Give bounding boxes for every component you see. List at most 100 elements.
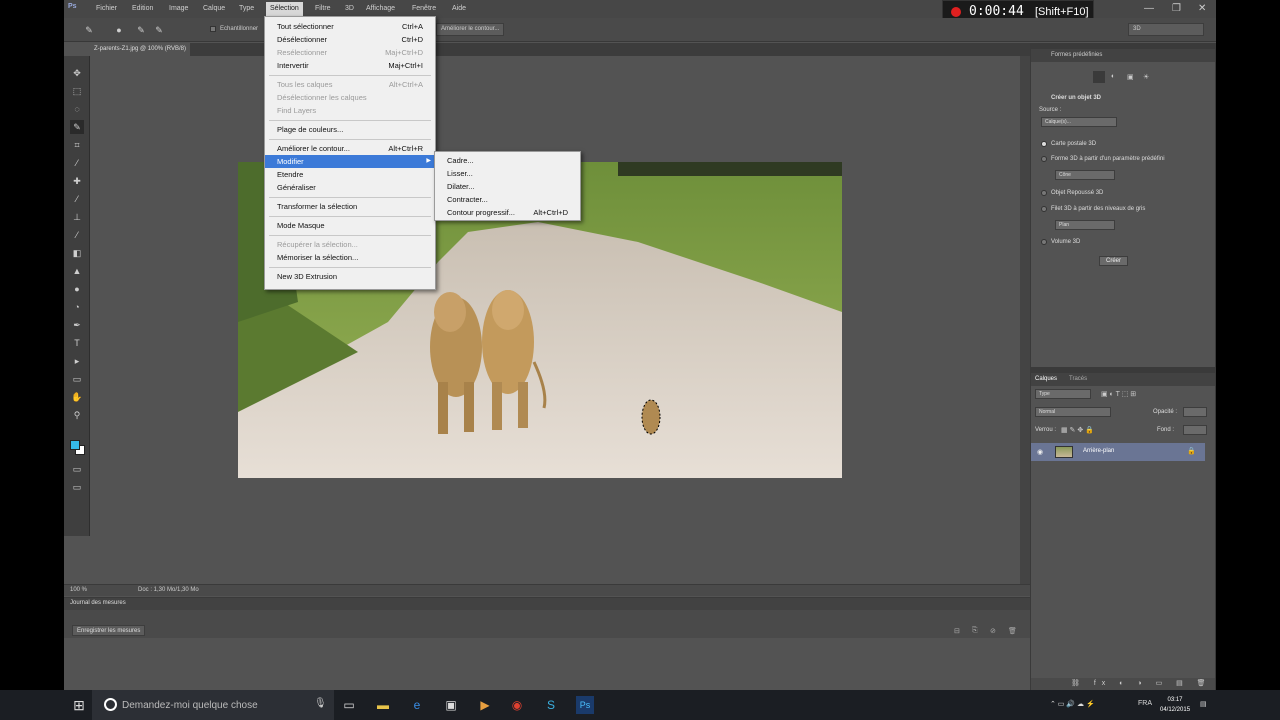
radio-depth-map[interactable]: [1041, 206, 1047, 212]
hand-tool-icon[interactable]: ✋: [70, 390, 84, 404]
source-select[interactable]: Calque(s)...: [1041, 117, 1117, 127]
taskbar-clock[interactable]: 03:17 04/12/2015: [1160, 695, 1190, 715]
3d-light-icon[interactable]: ☀: [1143, 73, 1149, 81]
canvas-scrollbar[interactable]: [1020, 56, 1030, 584]
layer-row-background[interactable]: ◉ Arrière-plan 🔒: [1031, 443, 1205, 461]
quick-mask-icon[interactable]: ▭: [70, 462, 84, 476]
document-tab[interactable]: Z-parents-Z1.jpg @ 100% (RVB/8): [90, 43, 191, 56]
lasso-tool-icon[interactable]: ◌: [70, 102, 84, 116]
gradient-tool-icon[interactable]: ▲: [70, 264, 84, 278]
history-brush-icon[interactable]: ⁄: [70, 228, 84, 242]
media-app-icon[interactable]: ▶: [476, 696, 494, 714]
eyedropper-icon[interactable]: ⁄: [70, 156, 84, 170]
menu-image[interactable]: Image: [169, 5, 188, 12]
document-canvas[interactable]: [90, 56, 1020, 584]
menu-affichage[interactable]: Affichage: [366, 5, 395, 12]
skype-icon[interactable]: S: [542, 696, 560, 714]
tab-paths[interactable]: Tracés: [1069, 376, 1087, 382]
menu-3d[interactable]: 3D: [345, 5, 354, 12]
screen-mode-icon[interactable]: ▭: [70, 480, 84, 494]
file-explorer-icon[interactable]: ▬: [374, 696, 392, 714]
menu-filtre[interactable]: Filtre: [315, 5, 331, 12]
sample-checkbox[interactable]: [210, 26, 216, 32]
blur-tool-icon[interactable]: ●: [70, 282, 84, 296]
export-icon[interactable]: ⎘: [972, 627, 978, 635]
store-icon[interactable]: ▣: [442, 696, 460, 714]
foreground-color-swatch[interactable]: [70, 440, 80, 450]
depth-map-select[interactable]: Plan: [1055, 220, 1115, 230]
menu-item-plage-de-couleurs[interactable]: Plage de couleurs...: [265, 123, 435, 136]
clear-icon[interactable]: ⊘: [990, 627, 996, 635]
minimize-icon[interactable]: —: [1144, 3, 1154, 14]
delete-icon[interactable]: 🗑: [1008, 627, 1017, 635]
cortana-search[interactable]: Demandez-moi quelque chose 🎙: [92, 690, 334, 720]
fill-input[interactable]: [1183, 425, 1207, 435]
opacity-input[interactable]: [1183, 407, 1207, 417]
input-language[interactable]: FRA: [1138, 700, 1152, 707]
radio-extrusion[interactable]: [1041, 190, 1047, 196]
workspace-select[interactable]: 3D: [1128, 23, 1204, 36]
path-selection-icon[interactable]: ▸: [70, 354, 84, 368]
record-measurements-button[interactable]: Enregistrer les mesures: [72, 625, 146, 636]
radio-preset-shape[interactable]: [1041, 156, 1047, 162]
new-selection-icon[interactable]: ✎: [134, 23, 148, 37]
windows-start-icon[interactable]: ⊞: [70, 696, 88, 714]
crop-tool-icon[interactable]: ⌗: [70, 138, 84, 152]
edge-icon[interactable]: e: [408, 696, 426, 714]
microphone-icon[interactable]: 🎙: [314, 698, 327, 709]
healing-brush-icon[interactable]: ✚: [70, 174, 84, 188]
dodge-tool-icon[interactable]: ◔: [70, 300, 84, 314]
move-tool-icon[interactable]: ✥: [70, 66, 84, 80]
type-tool-icon[interactable]: T: [70, 336, 84, 350]
menu-fenetre[interactable]: Fenêtre: [412, 5, 436, 12]
stamp-tool-icon[interactable]: ⊥: [70, 210, 84, 224]
3d-camera-icon[interactable]: ◐: [1111, 73, 1115, 80]
pen-tool-icon[interactable]: ✒: [70, 318, 84, 332]
refine-edge-button[interactable]: Améliorer le contour...: [436, 23, 505, 36]
quick-selection-icon[interactable]: ✎: [70, 120, 84, 134]
menu-item-modifier[interactable]: Modifier ▶: [265, 155, 435, 168]
filter-icons[interactable]: ▣ ◐ T ⬚ ⊞: [1101, 390, 1136, 398]
menu-item-intervertir[interactable]: Intervertir Maj+Ctrl+I: [265, 59, 435, 72]
brush-tool-icon[interactable]: ⁄: [70, 192, 84, 206]
close-icon[interactable]: ✕: [1198, 3, 1206, 14]
menu-item-mode-masque[interactable]: Mode Masque: [265, 219, 435, 232]
visibility-eye-icon[interactable]: ◉: [1037, 448, 1043, 456]
zoom-level[interactable]: 100 %: [70, 587, 87, 593]
menu-selection[interactable]: Sélection: [266, 2, 303, 16]
menu-item-new-3d-extrusion[interactable]: New 3D Extrusion: [265, 270, 435, 283]
panel-option-icon[interactable]: ⊟: [954, 627, 960, 635]
lock-icons[interactable]: ▦ ✎ ✥ 🔒: [1061, 426, 1094, 434]
quick-selection-tool-icon[interactable]: ✎: [82, 23, 96, 37]
menu-item-m-moriser-la-s-lection[interactable]: Mémoriser la sélection...: [265, 251, 435, 264]
submenu-item-contracter[interactable]: Contracter...: [435, 193, 580, 206]
photoshop-taskbar-icon[interactable]: Ps: [576, 696, 594, 714]
3d-mesh-icon[interactable]: ▣: [1127, 73, 1134, 81]
menu-item-d-s-lectionner[interactable]: Désélectionner Ctrl+D: [265, 33, 435, 46]
eraser-tool-icon[interactable]: ◧: [70, 246, 84, 260]
notifications-icon[interactable]: ▤: [1200, 700, 1207, 708]
create-button[interactable]: Créer: [1099, 256, 1129, 266]
3d-view-icon[interactable]: [1093, 71, 1105, 83]
tray-icons[interactable]: ⌃ ▭ 🔊 ☁ ⚡: [1050, 700, 1095, 708]
restore-icon[interactable]: ❐: [1172, 3, 1181, 14]
radio-volume[interactable]: [1041, 239, 1047, 245]
menu-item-g-n-raliser[interactable]: Généraliser: [265, 181, 435, 194]
record-icon[interactable]: [951, 7, 961, 17]
menu-item-am-liorer-le-contour[interactable]: Améliorer le contour... Alt+Ctrl+R: [265, 142, 435, 155]
blend-mode-select[interactable]: Normal: [1035, 407, 1111, 417]
brush-size-icon[interactable]: ●: [112, 23, 126, 37]
shape-tool-icon[interactable]: ▭: [70, 372, 84, 386]
shape-select[interactable]: Cône: [1055, 170, 1115, 180]
menu-type[interactable]: Type: [239, 5, 254, 12]
menu-item-transformer-la-s-lection[interactable]: Transformer la sélection: [265, 200, 435, 213]
submenu-item-cadre[interactable]: Cadre...: [435, 154, 580, 167]
tab-layers[interactable]: Calques: [1035, 376, 1057, 382]
task-view-icon[interactable]: ▭: [340, 696, 358, 714]
marquee-tool-icon[interactable]: ⬚: [70, 84, 84, 98]
menu-fichier[interactable]: Fichier: [96, 5, 117, 12]
add-selection-icon[interactable]: ✎: [152, 23, 166, 37]
menu-calque[interactable]: Calque: [203, 5, 225, 12]
layer-footer-icons[interactable]: ⛓ fx ◐ ◑ ▭ ▤ 🗑: [1071, 679, 1212, 687]
submenu-item-contour-progressif[interactable]: Contour progressif... Alt+Ctrl+D: [435, 206, 580, 219]
